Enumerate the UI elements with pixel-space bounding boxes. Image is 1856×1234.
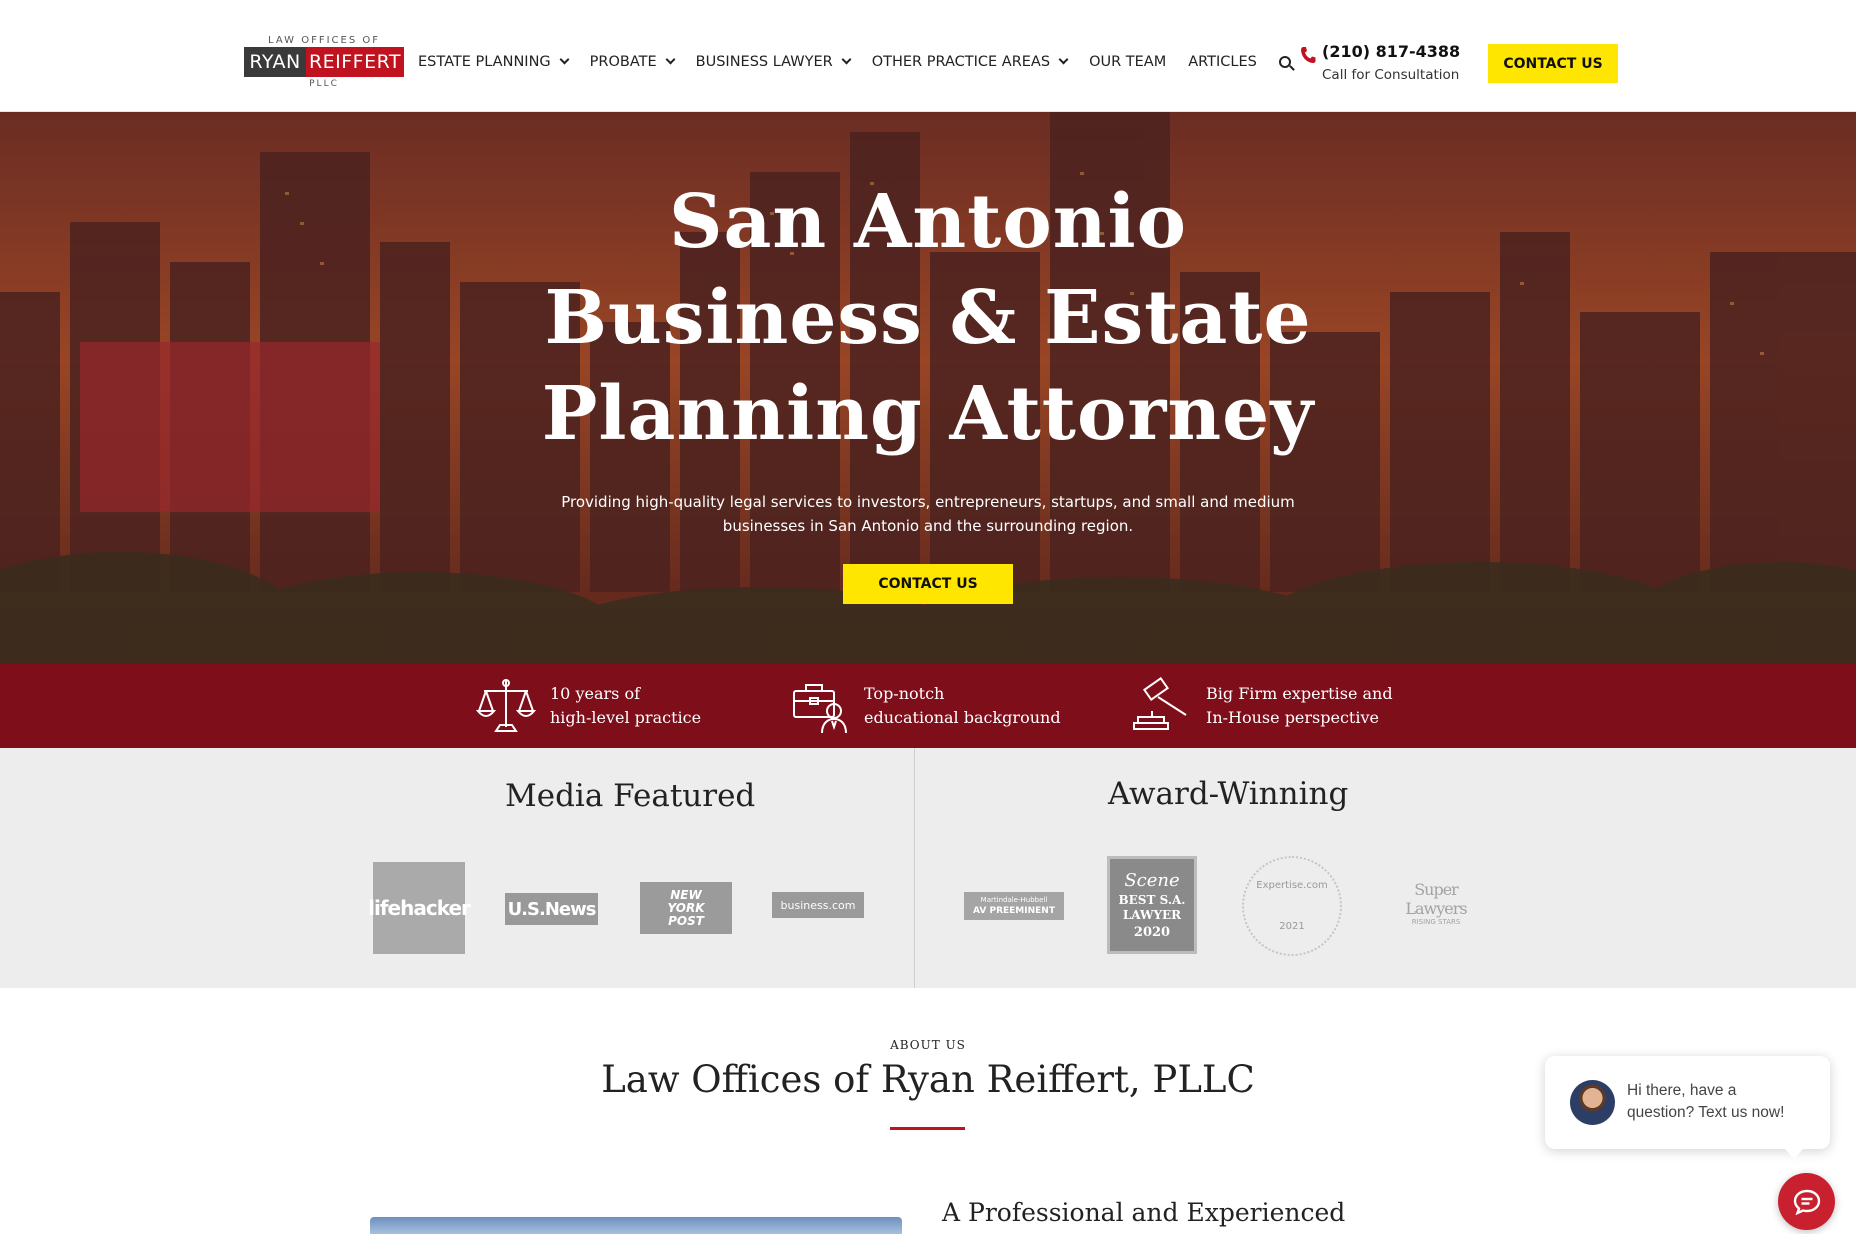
about-title: Law Offices of Ryan Reiffert, PLLC bbox=[601, 1058, 1255, 1101]
gavel-icon bbox=[1133, 677, 1187, 730]
business-com-logo[interactable]: business.com bbox=[772, 892, 864, 918]
hero-subtitle-line: Providing high-quality legal services to… bbox=[561, 493, 1295, 511]
lifehacker-logo[interactable]: lifehacker bbox=[368, 862, 471, 954]
briefcase-person-icon bbox=[793, 684, 847, 734]
badge-text: Expertise.com bbox=[1256, 880, 1328, 891]
badge-text: Super Lawyers bbox=[1405, 880, 1467, 918]
chat-message-line: question? Text us now! bbox=[1627, 1104, 1785, 1121]
main-nav: ESTATE PLANNING PROBATE BUSINESS LAWYER … bbox=[418, 52, 1295, 72]
scales-icon bbox=[476, 679, 536, 732]
hero-subtitle: Providing high-quality legal services to… bbox=[528, 490, 1328, 538]
media-logo-text: NEW YORK POST bbox=[667, 887, 705, 928]
chevron-down-icon bbox=[559, 54, 570, 65]
chat-bubble-icon bbox=[1793, 1189, 1820, 1215]
nav-item-probate[interactable]: PROBATE bbox=[589, 54, 676, 70]
nav-item-label: ARTICLES bbox=[1188, 54, 1257, 70]
logo-top-text: LAW OFFICES OF bbox=[268, 35, 380, 46]
hero-title-line: San Antonio bbox=[669, 179, 1187, 265]
feature-line: educational background bbox=[864, 708, 1061, 727]
header-contact-button[interactable]: CONTACT US bbox=[1488, 44, 1618, 83]
nav-item-business-lawyer[interactable]: BUSINESS LAWYER bbox=[695, 54, 852, 70]
badge-text: Martindale-Hubbell bbox=[980, 896, 1048, 904]
feature-line: Top-notch bbox=[864, 684, 945, 703]
logo-name: RYAN REIFFERT bbox=[244, 47, 404, 77]
nav-item-our-team[interactable]: OUR TEAM bbox=[1089, 54, 1166, 70]
media-featured-title: Media Featured bbox=[505, 778, 756, 814]
chevron-down-icon bbox=[841, 54, 852, 65]
feature-text: Top-notch educational background bbox=[864, 682, 1061, 730]
about-subtitle: A Professional and Experienced bbox=[942, 1198, 1346, 1227]
site-header: LAW OFFICES OF RYAN REIFFERT PLLC ESTATE… bbox=[0, 0, 1856, 112]
nav-item-label: BUSINESS LAWYER bbox=[695, 54, 833, 70]
feature-line: Big Firm expertise and bbox=[1206, 684, 1393, 703]
phone-number: (210) 817-4388 bbox=[1322, 42, 1461, 61]
chat-message-line: Hi there, have a bbox=[1627, 1082, 1737, 1099]
hero-section: San Antonio Business & Estate Planning A… bbox=[0, 112, 1856, 664]
badge-text: BEST S.A. LAWYER bbox=[1118, 893, 1186, 922]
badge-text: AV PREEMINENT bbox=[973, 906, 1055, 916]
usnews-logo[interactable]: U.S.News bbox=[505, 893, 598, 925]
feature-text: 10 years of high-level practice bbox=[550, 682, 701, 730]
phone-icon bbox=[1301, 47, 1316, 63]
nav-item-label: OTHER PRACTICE AREAS bbox=[871, 54, 1051, 70]
logo-name-part2: REIFFERT bbox=[306, 47, 404, 77]
search-icon[interactable] bbox=[1278, 56, 1295, 72]
award-winning-title: Award-Winning bbox=[1108, 776, 1349, 812]
logo-name-part1: RYAN bbox=[244, 47, 306, 77]
badge-text: Scene bbox=[1124, 870, 1180, 891]
hero-subtitle-line: businesses in San Antonio and the surrou… bbox=[722, 517, 1134, 535]
nav-item-label: ESTATE PLANNING bbox=[418, 54, 551, 70]
about-photo bbox=[370, 1217, 902, 1234]
badge-text: 2020 bbox=[1133, 925, 1171, 940]
chat-popup[interactable]: Hi there, have a question? Text us now! bbox=[1545, 1056, 1830, 1159]
martindale-av-badge[interactable]: Martindale-Hubbell AV PREEMINENT bbox=[964, 892, 1064, 920]
press-awards-section: Media Featured Award-Winning lifehacker … bbox=[0, 748, 1856, 988]
media-logo-text: U.S.News bbox=[507, 898, 597, 920]
features-band: 10 years of high-level practice Top-notc… bbox=[0, 664, 1856, 748]
feature-line: high-level practice bbox=[550, 708, 702, 727]
badge-text: 2021 bbox=[1279, 921, 1305, 932]
chevron-down-icon bbox=[1058, 54, 1069, 65]
phone-caption: Call for Consultation bbox=[1322, 67, 1460, 83]
chat-message: Hi there, have a question? Text us now! bbox=[1627, 1080, 1817, 1124]
feature-experience: 10 years of high-level practice bbox=[476, 677, 701, 735]
best-sa-lawyer-badge[interactable]: Scene BEST S.A. LAWYER 2020 bbox=[1107, 856, 1197, 954]
chevron-down-icon bbox=[665, 54, 676, 65]
logo-suffix: PLLC bbox=[309, 79, 339, 89]
media-logo-text: business.com bbox=[780, 898, 856, 912]
nav-item-label: OUR TEAM bbox=[1089, 54, 1167, 70]
feature-education: Top-notch educational background bbox=[790, 677, 1061, 735]
badge-text: RISING STARS bbox=[1411, 918, 1461, 926]
feature-line: In-House perspective bbox=[1206, 708, 1379, 727]
avatar bbox=[1570, 1080, 1615, 1125]
site-logo[interactable]: LAW OFFICES OF RYAN REIFFERT PLLC bbox=[244, 34, 404, 92]
feature-big-firm: Big Firm expertise and In-House perspect… bbox=[1132, 677, 1393, 735]
nav-item-label: PROBATE bbox=[589, 54, 657, 70]
feature-text: Big Firm expertise and In-House perspect… bbox=[1206, 682, 1393, 730]
hero-title-line: Business & Estate bbox=[544, 275, 1312, 361]
feature-line: 10 years of bbox=[550, 684, 640, 703]
about-eyebrow: ABOUT US bbox=[890, 1038, 966, 1052]
expertise-com-badge[interactable]: Expertise.com 2021 bbox=[1242, 856, 1342, 956]
super-lawyers-badge[interactable]: Super Lawyers RISING STARS bbox=[1386, 878, 1486, 928]
nav-item-articles[interactable]: ARTICLES bbox=[1188, 54, 1257, 70]
hero-contact-button[interactable]: CONTACT US bbox=[843, 564, 1013, 604]
media-logo-text: lifehacker bbox=[368, 896, 471, 920]
new-york-post-logo[interactable]: NEW YORK POST bbox=[640, 882, 732, 934]
chat-launcher-button[interactable] bbox=[1778, 1173, 1835, 1230]
nav-item-estate-planning[interactable]: ESTATE PLANNING bbox=[418, 54, 570, 70]
hero-title-line: Planning Attorney bbox=[541, 371, 1315, 457]
about-divider bbox=[890, 1127, 965, 1130]
hero-title: San Antonio Business & Estate Planning A… bbox=[428, 174, 1428, 462]
nav-item-other-practice-areas[interactable]: OTHER PRACTICE AREAS bbox=[871, 54, 1069, 70]
section-divider bbox=[914, 748, 915, 988]
